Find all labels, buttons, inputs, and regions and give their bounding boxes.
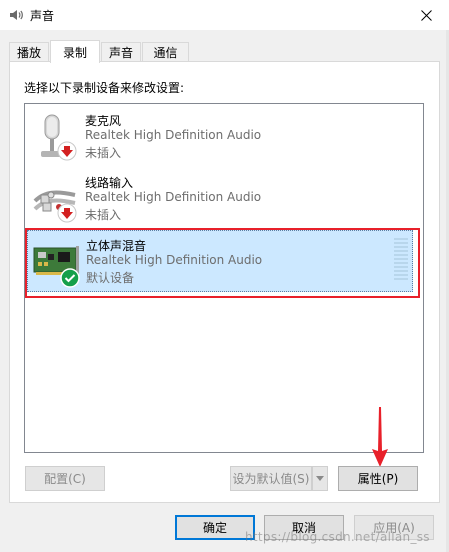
speaker-icon [10,10,23,20]
annotation-arrow-icon [372,407,388,467]
window-title: 声音 [30,9,55,23]
tab-communications[interactable]: 通信 [142,42,189,62]
tab-sounds[interactable]: 声音 [101,42,141,62]
configure-button[interactable]: 配置(C) [25,466,105,491]
set-default-dropdown[interactable] [312,466,328,491]
chevron-down-icon [316,476,324,481]
device-item-line-in[interactable]: 线路输入 Realtek High Definition Audio 未插入 [27,168,413,230]
default-check-icon [60,268,80,288]
close-icon [420,9,432,21]
device-driver: Realtek High Definition Audio [85,128,262,142]
device-status: 未插入 [85,208,122,222]
device-item-stereo-mix[interactable]: 立体声混音 Realtek High Definition Audio 默认设备 [27,230,413,292]
watermark: https://blog.csdn.net/allan_ss [245,530,430,544]
device-name: 线路输入 [85,176,134,190]
device-status: 默认设备 [86,271,135,285]
device-name: 麦克风 [85,114,122,128]
tab-recording[interactable]: 录制 [50,40,100,63]
device-driver: Realtek High Definition Audio [85,190,262,204]
microphone-icon [41,114,77,161]
instruction-text: 选择以下录制设备来修改设置: [24,81,185,95]
close-button[interactable] [403,0,449,30]
title-bar: 声音 [0,0,449,30]
ok-button[interactable]: 确定 [175,515,255,540]
device-list[interactable]: 麦克风 Realtek High Definition Audio 未插入 线路… [24,103,424,453]
device-status: 未插入 [85,146,122,160]
level-meter [394,238,408,284]
device-driver: Realtek High Definition Audio [86,253,263,267]
sound-card-icon [33,246,80,288]
set-default-button[interactable]: 设为默认值(S) [230,466,312,491]
line-in-cable-icon [33,190,77,223]
properties-button[interactable]: 属性(P) [338,466,418,491]
tab-playback[interactable]: 播放 [9,42,49,62]
device-name: 立体声混音 [86,239,147,253]
device-item-microphone[interactable]: 麦克风 Realtek High Definition Audio 未插入 [27,106,413,168]
